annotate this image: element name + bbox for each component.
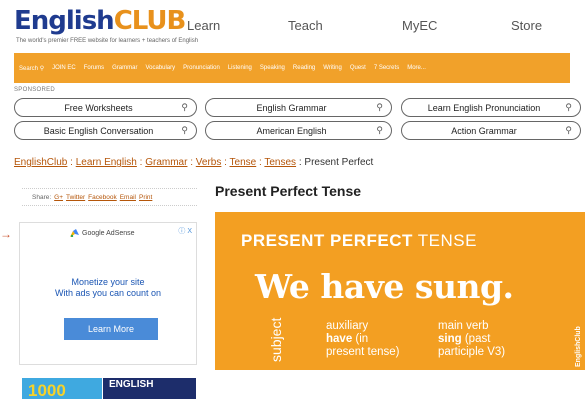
present-perfect-graphic: PRESENT PERFECT TENSE We have sung. subj…	[215, 212, 585, 370]
page-title: Present Perfect Tense	[215, 183, 362, 199]
navbar-vocabulary[interactable]: Vocabulary	[145, 65, 175, 71]
promo-banner-right[interactable]: ENGLISH	[103, 378, 196, 399]
navbar-writing[interactable]: Writing	[323, 65, 342, 71]
hero-subject-label: subject	[268, 317, 284, 362]
nav-store[interactable]: Store	[511, 18, 542, 33]
hero-example-sentence: We have sung.	[255, 267, 514, 306]
breadcrumb-current: Present Perfect	[304, 157, 374, 168]
breadcrumb-tense[interactable]: Tense	[230, 157, 257, 168]
share-facebook-link[interactable]: Facebook	[88, 194, 117, 201]
share-bar: Share: G+ Twitter Facebook Email Print	[22, 188, 197, 206]
sponsored-link-pronunciation[interactable]: Learn English Pronunciation ⚲	[401, 98, 581, 117]
englishclub-logo[interactable]: EnglishCLUB	[14, 6, 186, 36]
share-label: Share:	[32, 193, 52, 201]
search-icon: ⚲	[376, 102, 383, 112]
promo-banner-left[interactable]: 1000	[22, 378, 102, 399]
ad-learn-more-button[interactable]: Learn More	[64, 318, 158, 340]
navbar-quest[interactable]: Quest	[350, 65, 366, 71]
hero-brand-watermark: EnglishClub	[575, 326, 582, 367]
share-email-link[interactable]: Email	[120, 194, 136, 201]
navbar-join[interactable]: JOIN EC	[52, 65, 76, 71]
adsense-brand: Google AdSense	[70, 229, 135, 237]
breadcrumb-grammar[interactable]: Grammar	[145, 157, 187, 168]
search-icon: ⚲	[181, 125, 188, 135]
adsense-ad[interactable]: Google AdSense ⓘ X Monetize your site Wi…	[19, 222, 197, 365]
share-print-link[interactable]: Print	[139, 194, 152, 201]
search-icon: ⚲	[565, 125, 572, 135]
main-navbar: Search ⚲ JOIN EC Forums Grammar Vocabula…	[14, 53, 570, 83]
navbar-pronunciation[interactable]: Pronunciation	[183, 65, 220, 71]
navbar-more[interactable]: More...	[407, 65, 426, 71]
navbar-forums[interactable]: Forums	[84, 65, 104, 71]
ad-text: Monetize your site With ads you can coun…	[54, 277, 162, 298]
sponsored-link-action-grammar[interactable]: Action Grammar ⚲	[401, 121, 581, 140]
breadcrumb: EnglishClub : Learn English : Grammar : …	[14, 157, 374, 168]
share-gplus-link[interactable]: G+	[54, 194, 63, 201]
navbar-7-secrets[interactable]: 7 Secrets	[374, 65, 399, 71]
sponsored-link-free-worksheets[interactable]: Free Worksheets ⚲	[14, 98, 197, 117]
sponsored-label: SPONSORED	[14, 87, 56, 93]
hero-title: PRESENT PERFECT TENSE	[241, 231, 477, 250]
hero-main-verb-column: main verb sing (past participle V3)	[438, 320, 506, 358]
navbar-speaking[interactable]: Speaking	[260, 65, 285, 71]
sponsored-link-american-english[interactable]: American English ⚲	[205, 121, 392, 140]
share-twitter-link[interactable]: Twitter	[66, 194, 85, 201]
ad-close-icon[interactable]: ⓘ X	[178, 226, 192, 236]
sponsored-link-english-grammar[interactable]: English Grammar ⚲	[205, 98, 392, 117]
arrow-pointer-icon: →	[0, 227, 12, 241]
navbar-listening[interactable]: Listening	[228, 65, 252, 71]
breadcrumb-englishclub[interactable]: EnglishClub	[14, 157, 67, 168]
nav-learn[interactable]: Learn	[187, 18, 220, 33]
search-icon: ⚲	[376, 125, 383, 135]
search-icon: ⚲	[181, 102, 188, 112]
nav-myec[interactable]: MyEC	[402, 18, 437, 33]
navbar-reading[interactable]: Reading	[293, 65, 315, 71]
adsense-logo-icon	[70, 229, 79, 237]
nav-teach[interactable]: Teach	[288, 18, 323, 33]
breadcrumb-verbs[interactable]: Verbs	[196, 157, 222, 168]
breadcrumb-tenses[interactable]: Tenses	[264, 157, 296, 168]
search-icon: ⚲	[39, 65, 45, 72]
site-tagline: The world's premier FREE website for lea…	[16, 38, 199, 44]
sponsored-link-basic-conversation[interactable]: Basic English Conversation ⚲	[14, 121, 197, 140]
breadcrumb-learn-english[interactable]: Learn English	[76, 157, 137, 168]
navbar-grammar[interactable]: Grammar	[112, 65, 137, 71]
navbar-search[interactable]: Search ⚲	[19, 65, 44, 72]
search-icon: ⚲	[565, 102, 572, 112]
hero-auxiliary-column: auxiliary have (in present tense)	[326, 320, 400, 358]
